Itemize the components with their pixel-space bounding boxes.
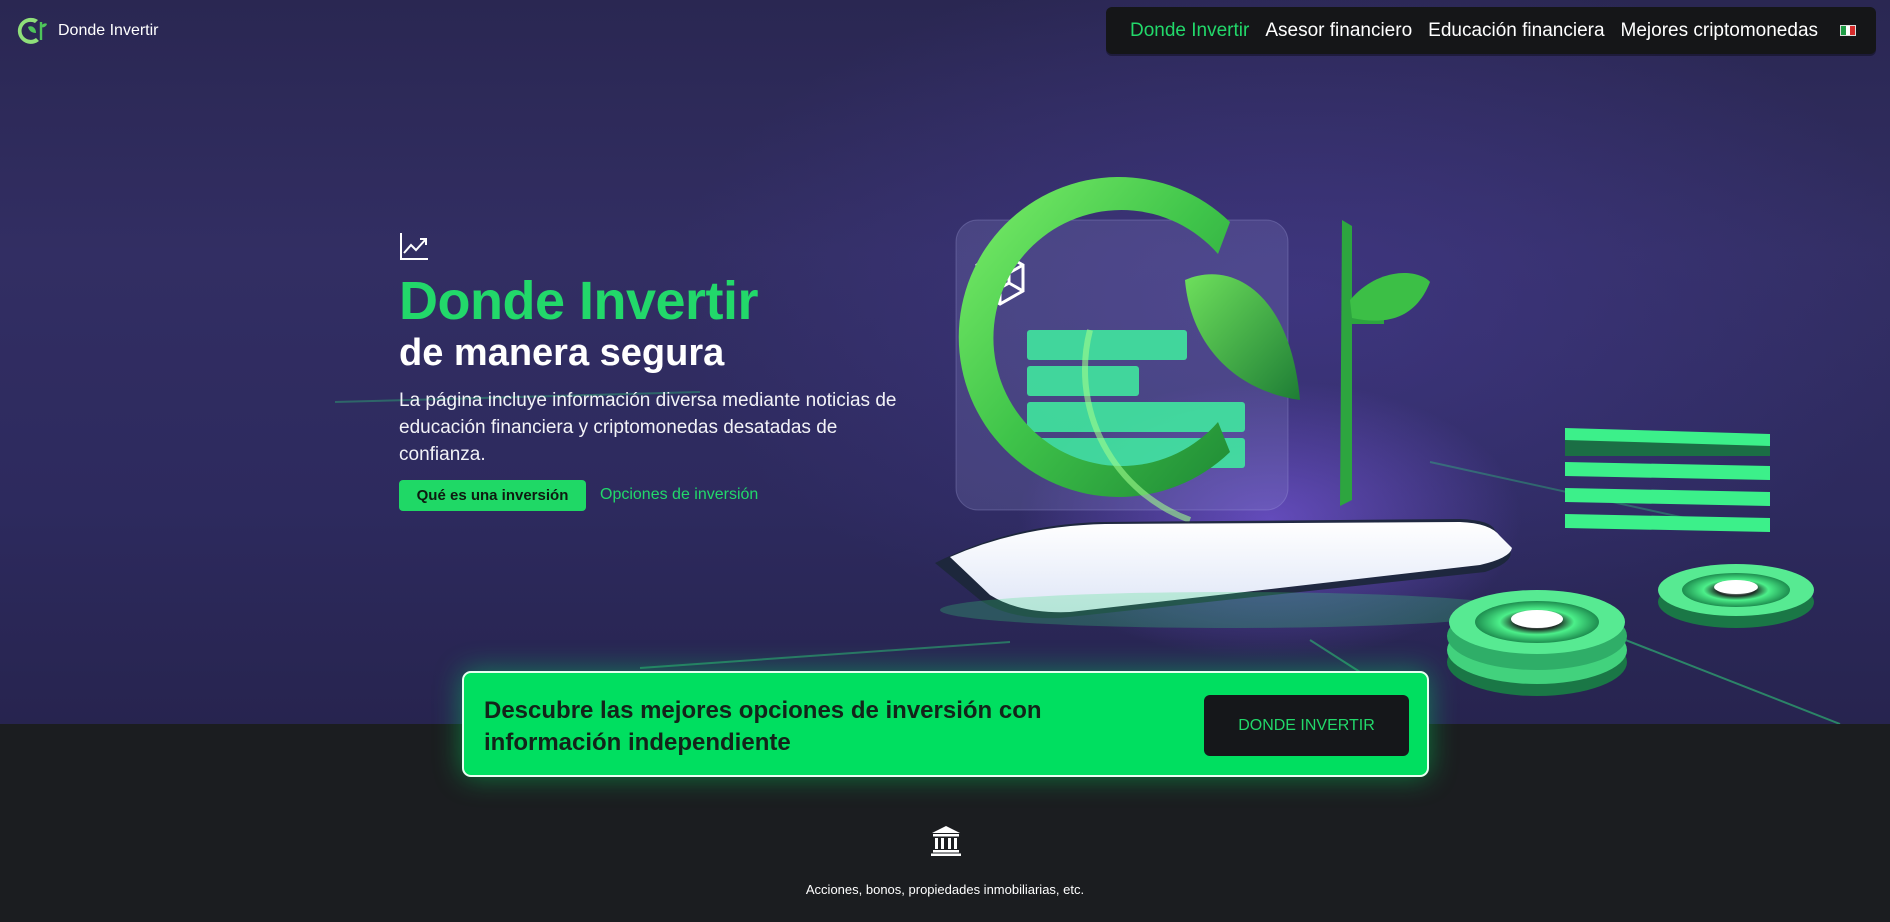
hero-description: La página incluye información diversa me…	[399, 390, 897, 465]
nav-item-educacion-financiera[interactable]: Educación financiera	[1428, 20, 1604, 42]
main-navigation: Donde Invertir Asesor financiero Educaci…	[1106, 7, 1876, 54]
hero-section: Donde Invertir Donde Invertir Asesor fin…	[0, 0, 1890, 724]
investment-options-link[interactable]: Opciones de inversión	[600, 486, 758, 504]
italy-flag-icon[interactable]	[1840, 25, 1857, 36]
brand-logo-link[interactable]: Donde Invertir	[14, 14, 159, 48]
hero-subtitle: de manera segura	[399, 332, 725, 374]
feature-text: Acciones, bonos, propiedades inmobiliari…	[805, 882, 1085, 897]
hero-illustration	[935, 177, 1814, 696]
bank-icon	[931, 826, 961, 856]
nav-item-mejores-criptomonedas[interactable]: Mejores criptomonedas	[1621, 20, 1818, 42]
nav-item-asesor-financiero[interactable]: Asesor financiero	[1265, 20, 1412, 42]
donde-invertir-cta-button[interactable]: DONDE INVERTIR	[1204, 695, 1409, 756]
what-is-investment-button[interactable]: Qué es una inversión	[399, 480, 586, 511]
trending-chart-icon	[400, 233, 428, 260]
leaf-logo-icon	[17, 17, 47, 44]
cta-text: Descubre las mejores opciones de inversi…	[484, 697, 1042, 756]
hero-title: Donde Invertir	[399, 271, 759, 331]
brand-name: Donde Invertir	[58, 22, 159, 39]
nav-item-donde-invertir[interactable]: Donde Invertir	[1130, 20, 1249, 42]
cta-banner: Descubre las mejores opciones de inversi…	[462, 671, 1429, 777]
